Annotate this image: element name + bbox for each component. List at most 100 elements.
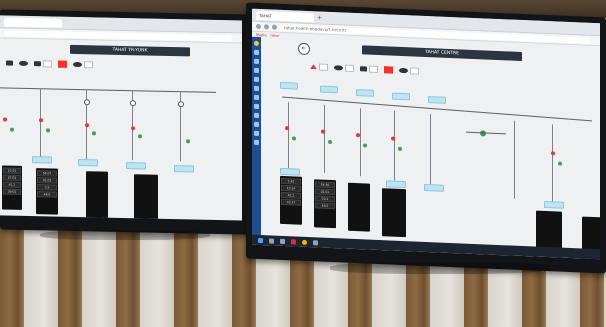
feeder-tag[interactable] (544, 200, 564, 209)
ok-led (186, 139, 190, 144)
home-icon[interactable] (254, 40, 259, 47)
alarm-led (3, 117, 7, 122)
tank-icon (334, 65, 343, 71)
explorer-icon[interactable] (313, 239, 318, 245)
feeder-tag[interactable] (280, 167, 300, 176)
right-feeder (514, 120, 515, 199)
menu-icon[interactable] (254, 85, 259, 92)
meter-panel: 5.45 13.24 41.1 43.37 (280, 175, 302, 225)
battery-icon (34, 61, 41, 67)
feeder-tag[interactable] (78, 159, 98, 167)
right-legend (310, 63, 419, 75)
alarm-indicator (58, 60, 67, 68)
alarm-led (85, 123, 89, 128)
feeder-tag[interactable] (280, 81, 298, 90)
right-screen: TAHAT + tahat.health.etiadavurt.tr/ctr/t… (252, 8, 600, 260)
feeder-tag[interactable] (320, 85, 338, 94)
alarm-led (356, 133, 360, 138)
right-monitor-shadow (330, 262, 550, 274)
meter-panel (348, 182, 370, 232)
ok-led (558, 161, 562, 166)
battery-icon (360, 66, 367, 72)
ok-led (46, 128, 50, 133)
alarm-led (321, 129, 325, 134)
feeder-tag[interactable] (424, 183, 444, 192)
menu-icon[interactable] (254, 130, 259, 137)
meter-panel: 54.30 01.01 20.1 49.5 (314, 179, 336, 229)
bookmark-item[interactable]: rekor (271, 33, 280, 37)
right-feeder (430, 114, 431, 185)
right-feeder (552, 124, 553, 205)
feeder-tag[interactable] (428, 96, 446, 104)
menu-icon[interactable] (254, 112, 259, 119)
switch-node[interactable] (84, 99, 90, 106)
feeder-tag[interactable] (392, 92, 410, 101)
new-tab-icon[interactable]: + (317, 14, 322, 21)
meter-panel: 27.01 27.01 41.1 39.01 (2, 165, 22, 210)
reload-icon[interactable] (272, 24, 277, 30)
menu-icon[interactable] (254, 49, 259, 56)
right-feeder (288, 102, 289, 169)
feeder-tag[interactable] (386, 180, 406, 189)
feeder-tag[interactable] (356, 89, 374, 97)
right-feeder (394, 110, 395, 181)
fire-icon (310, 64, 317, 69)
left-app-title: TAHAT TR-YUNK (70, 44, 190, 57)
feeder-tag[interactable] (32, 156, 52, 164)
menu-icon[interactable] (254, 76, 259, 83)
ok-led (292, 136, 296, 141)
left-busbar (0, 87, 216, 93)
menu-icon[interactable] (254, 67, 259, 74)
left-monitor-shadow (40, 230, 210, 240)
app-icon[interactable] (291, 238, 296, 245)
alarm-led (285, 126, 289, 131)
ok-led (138, 134, 142, 139)
right-feeder (360, 108, 361, 177)
right-feeder (324, 104, 325, 173)
chrome-icon[interactable] (302, 239, 307, 245)
switch-node[interactable] (130, 100, 136, 107)
left-legend (6, 60, 93, 69)
back-button[interactable]: ← (298, 42, 310, 56)
back-nav-icon[interactable] (256, 23, 261, 30)
left-monitor: TAHAT TR-YUNK 27.01 27.01 41.1 39.01 54.… (0, 9, 248, 235)
menu-icon[interactable] (254, 58, 259, 65)
task-view-icon[interactable] (280, 238, 285, 244)
start-icon[interactable] (258, 237, 263, 243)
ok-led (363, 143, 367, 148)
alarm-led (551, 151, 555, 156)
meter-panel (86, 171, 108, 220)
motor-icon (399, 67, 408, 74)
meter-panel: 54.07 01.01 3.5 49.5 (36, 168, 58, 215)
search-icon[interactable] (269, 237, 274, 244)
menu-icon[interactable] (254, 139, 259, 146)
menu-icon[interactable] (254, 121, 259, 128)
switch-node[interactable] (178, 101, 184, 108)
left-feeder-1 (40, 88, 41, 159)
ok-led (398, 146, 402, 151)
feeder-tag[interactable] (174, 165, 194, 173)
meter-panel (134, 174, 158, 221)
device-icon (6, 60, 13, 66)
feeder-tag[interactable] (126, 162, 146, 170)
coupler-line (466, 131, 506, 135)
alarm-led (131, 126, 135, 131)
alarm-indicator (384, 66, 393, 74)
app-sidebar (252, 36, 261, 246)
forward-nav-icon[interactable] (264, 24, 269, 30)
tank-icon (19, 60, 28, 66)
right-monitor: TAHAT + tahat.health.etiadavurt.tr/ctr/t… (246, 2, 606, 274)
left-url-field[interactable] (4, 29, 232, 41)
right-browser-tab[interactable]: TAHAT (256, 10, 314, 22)
ok-led (92, 131, 96, 136)
motor-icon (73, 61, 82, 68)
menu-icon[interactable] (254, 103, 259, 110)
alarm-led (391, 136, 395, 141)
meter-panel (382, 188, 406, 238)
left-screen: TAHAT TR-YUNK 27.01 27.01 41.1 39.01 54.… (0, 15, 242, 221)
alarm-led (39, 118, 43, 123)
ok-led (10, 127, 14, 132)
ok-led (328, 139, 332, 145)
menu-icon[interactable] (254, 94, 259, 101)
left-browser-tab[interactable] (4, 16, 62, 28)
